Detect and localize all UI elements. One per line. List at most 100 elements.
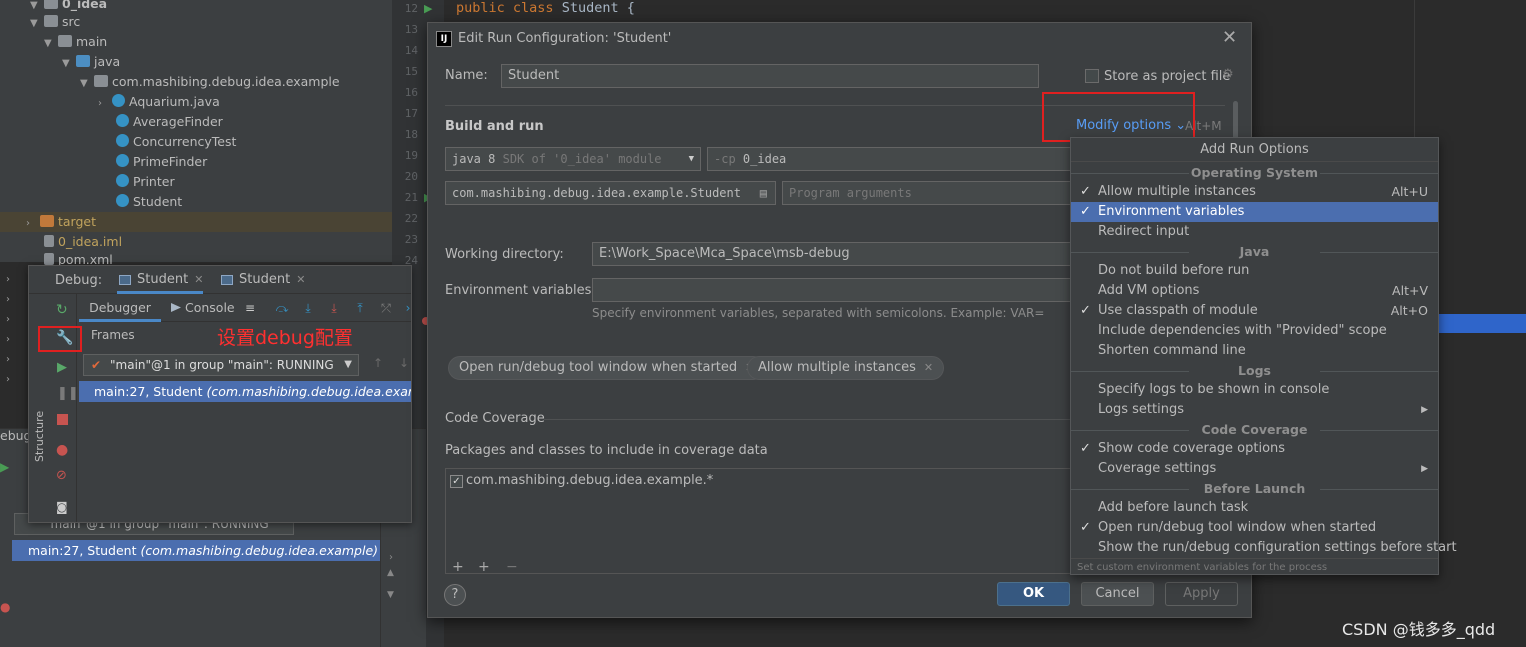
tree-item-package[interactable]: ▼ com.mashibing.debug.idea.example bbox=[80, 72, 340, 92]
menu-item-logs-settings[interactable]: Logs settings ▶ bbox=[1071, 400, 1438, 420]
tree-item-src[interactable]: ▼ src bbox=[30, 12, 80, 32]
close-icon[interactable]: ✕ bbox=[1222, 27, 1237, 48]
tree-item-class[interactable]: AverageFinder bbox=[116, 112, 223, 132]
cancel-button[interactable]: Cancel bbox=[1081, 582, 1154, 606]
name-field[interactable]: Student bbox=[501, 64, 1039, 88]
program-arguments-field[interactable]: Program arguments bbox=[782, 181, 1078, 205]
menu-item-open-tool-window[interactable]: ✓ Open run/debug tool window when started bbox=[1071, 518, 1438, 538]
jdk-selector[interactable]: java 8 SDK of '0_idea' module ▼ bbox=[445, 147, 701, 171]
step-out-icon[interactable]: ⤒ bbox=[353, 301, 367, 315]
thread-selector[interactable]: ✔ "main"@1 in group "main": RUNNING ▼ bbox=[83, 354, 359, 376]
stop-icon[interactable]: ● bbox=[0, 600, 10, 614]
arrow-down-icon[interactable]: ↓ bbox=[399, 356, 409, 370]
chevron-right-icon[interactable]: › bbox=[98, 94, 112, 114]
menu-item-specify-logs[interactable]: Specify logs to be shown in console bbox=[1071, 380, 1438, 400]
debug-window: Debug: Student ✕ Student ✕ ↻ 🔧 ▶ ❚❚ ● ⊘ ◙ … bbox=[28, 265, 412, 523]
menu-item-use-classpath[interactable]: ✓ Use classpath of module Alt+O bbox=[1071, 301, 1438, 321]
chevron-down-icon[interactable]: ▼ bbox=[62, 54, 76, 74]
menu-item-shorten-command-line[interactable]: Shorten command line bbox=[1071, 341, 1438, 361]
menu-item-allow-multiple-instances[interactable]: ✓ Allow multiple instances Alt+U bbox=[1071, 182, 1438, 202]
browse-icon[interactable]: ▤ bbox=[760, 182, 767, 204]
store-as-project-file-checkbox[interactable] bbox=[1085, 69, 1099, 83]
code-coverage-heading: Code Coverage bbox=[445, 411, 545, 426]
tree-item-class[interactable]: Printer bbox=[116, 172, 175, 192]
coverage-entry-checkbox[interactable]: ✓ bbox=[450, 475, 463, 488]
chevron-down-icon[interactable]: ▼ bbox=[30, 14, 44, 34]
menu-item-add-vm-options[interactable]: Add VM options Alt+V bbox=[1071, 281, 1438, 301]
menu-item-add-before-launch[interactable]: Add before launch task bbox=[1071, 498, 1438, 518]
debug-tab-label[interactable]: ebug bbox=[0, 428, 31, 443]
add-icon[interactable]: + bbox=[452, 559, 464, 575]
tree-item-class[interactable]: ConcurrencyTest bbox=[116, 132, 236, 152]
menu-item-redirect-input[interactable]: Redirect input bbox=[1071, 222, 1438, 242]
option-chip-allow-multiple[interactable]: Allow multiple instances ✕ bbox=[747, 356, 945, 380]
arrow-up-icon[interactable]: ↑ bbox=[373, 356, 383, 370]
show-execution-point-icon[interactable]: ⤼ bbox=[275, 301, 289, 315]
structure-tool-tab[interactable]: Structure bbox=[33, 411, 46, 462]
tree-item-iml[interactable]: 0_idea.iml bbox=[44, 232, 122, 252]
environment-variables-label: Environment variables: bbox=[445, 283, 596, 298]
coverage-entry: com.mashibing.debug.idea.example.* bbox=[466, 473, 714, 488]
close-icon[interactable]: ✕ bbox=[924, 361, 933, 374]
scroll-up-icon[interactable]: ▲ bbox=[387, 568, 394, 578]
menu-item-do-not-build[interactable]: Do not build before run bbox=[1071, 261, 1438, 281]
apply-button[interactable]: Apply bbox=[1165, 582, 1238, 606]
tab-debugger[interactable]: Debugger bbox=[79, 294, 161, 322]
run-gutter-icon[interactable]: ▶ bbox=[424, 2, 432, 15]
stop-icon[interactable] bbox=[57, 414, 68, 425]
resume-icon[interactable]: ▶ bbox=[0, 460, 9, 474]
check-icon: ✓ bbox=[1080, 184, 1091, 199]
java-class-icon bbox=[116, 134, 129, 147]
menu-item-include-provided[interactable]: Include dependencies with "Provided" sco… bbox=[1071, 321, 1438, 341]
working-directory-field[interactable]: E:\Work_Space\Mca_Space\msb-debug bbox=[592, 242, 1077, 266]
classpath-field[interactable]: -cp 0_idea bbox=[707, 147, 1077, 171]
tree-item-class[interactable]: Student bbox=[116, 192, 182, 212]
menu-item-coverage-settings[interactable]: Coverage settings ▶ bbox=[1071, 459, 1438, 479]
line-number: 13 bbox=[404, 23, 418, 36]
frame-row-selected[interactable]: main:27, Student (com.mashibing.debug.id… bbox=[12, 540, 380, 561]
ok-button[interactable]: OK bbox=[997, 582, 1070, 606]
tree-item-java[interactable]: ▼ java bbox=[62, 52, 120, 72]
view-breakpoints-icon[interactable]: ● bbox=[56, 442, 68, 458]
resume-icon[interactable]: ▶ bbox=[57, 360, 67, 375]
pause-icon[interactable]: ❚❚ bbox=[57, 386, 79, 401]
debug-tab-student-active[interactable]: Student ✕ bbox=[117, 266, 204, 294]
gear-icon[interactable]: ⚙ bbox=[1222, 67, 1234, 82]
tree-item-aquarium[interactable]: › Aquarium.java bbox=[98, 92, 220, 112]
main-class-field[interactable]: com.mashibing.debug.idea.example.Student… bbox=[445, 181, 776, 205]
chevron-down-icon[interactable]: ▼ bbox=[44, 34, 58, 54]
module-folder-icon bbox=[44, 0, 58, 9]
evaluate-icon[interactable]: › bbox=[401, 301, 415, 315]
menu-item-show-settings-before-start[interactable]: Show the run/debug configuration setting… bbox=[1071, 538, 1457, 558]
close-icon[interactable]: ✕ bbox=[194, 273, 203, 286]
remove-icon[interactable]: − bbox=[506, 559, 518, 575]
menu-icon[interactable]: ≡ bbox=[243, 301, 257, 315]
mute-breakpoints-icon[interactable]: ⊘ bbox=[56, 468, 67, 483]
step-over-icon[interactable]: ⤓ bbox=[301, 301, 315, 315]
tab-console[interactable]: Console bbox=[169, 294, 235, 322]
option-chip-open-tool-window[interactable]: Open run/debug tool window when started✕ bbox=[448, 356, 766, 380]
scroll-down-icon[interactable]: ▼ bbox=[387, 590, 394, 600]
menu-item-show-coverage-options[interactable]: ✓ Show code coverage options bbox=[1071, 439, 1438, 459]
rerun-icon[interactable]: ↻ bbox=[56, 302, 68, 318]
scrollbar[interactable] bbox=[1233, 101, 1238, 141]
chevron-right-icon[interactable]: › bbox=[389, 552, 393, 563]
add-icon[interactable]: + bbox=[478, 559, 490, 575]
close-icon[interactable]: ✕ bbox=[296, 273, 305, 286]
environment-variables-field[interactable] bbox=[592, 278, 1077, 302]
step-into-icon[interactable]: ⤓ bbox=[327, 301, 341, 315]
tree-item-class[interactable]: PrimeFinder bbox=[116, 152, 207, 172]
section-before-launch: Before Launch bbox=[1071, 479, 1438, 499]
camera-icon[interactable]: ◙ bbox=[56, 500, 68, 514]
check-icon: ✔ bbox=[91, 358, 102, 372]
tree-item-target[interactable]: › target bbox=[26, 212, 96, 232]
line-number: 15 bbox=[404, 65, 418, 78]
chevron-right-icon[interactable]: › bbox=[26, 214, 40, 234]
help-button[interactable]: ? bbox=[444, 584, 466, 606]
tree-item-main[interactable]: ▼ main bbox=[44, 32, 107, 52]
menu-item-environment-variables[interactable]: ✓ Environment variables bbox=[1071, 202, 1438, 222]
chevron-down-icon[interactable]: ▼ bbox=[80, 74, 94, 94]
drop-frame-icon[interactable]: ⤱ bbox=[379, 301, 393, 315]
frame-row-selected[interactable]: main:27, Student (com.mashibing.debug.id… bbox=[79, 381, 411, 402]
debug-tab-student[interactable]: Student ✕ bbox=[219, 266, 305, 294]
